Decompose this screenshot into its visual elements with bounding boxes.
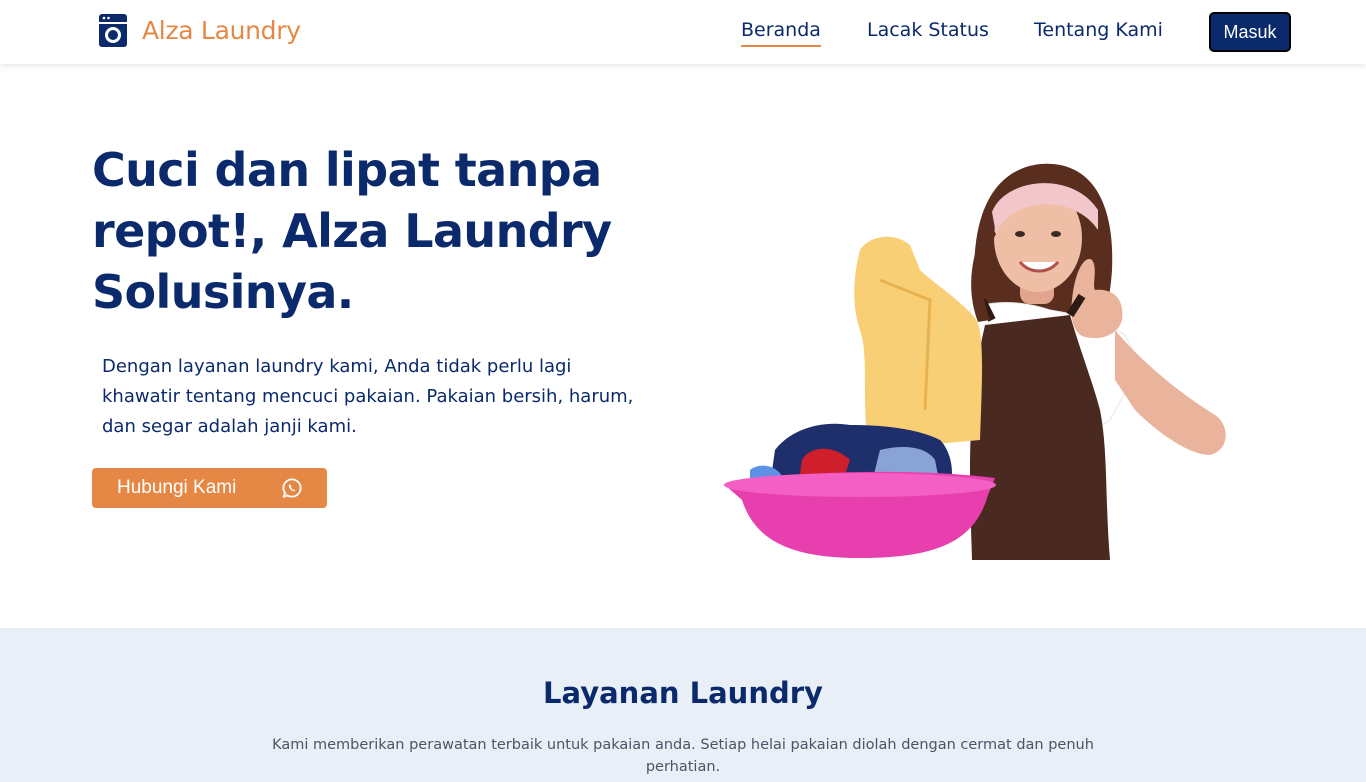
nav-link-lacak-status[interactable]: Lacak Status <box>867 19 989 41</box>
nav-link-beranda[interactable]: Beranda <box>741 19 821 47</box>
hero-illustration <box>724 163 1226 560</box>
login-button[interactable]: Masuk <box>1209 12 1291 52</box>
brand[interactable]: Alza Laundry <box>99 14 301 47</box>
hero-title: Cuci dan lipat tanpa repot!, Alza Laundr… <box>92 143 612 319</box>
services-description: Kami memberikan perawatan terbaik untuk … <box>272 737 1094 775</box>
services-section: Layanan Laundry Kami memberikan perawata… <box>0 628 1366 782</box>
contact-button[interactable]: Hubungi Kami <box>92 468 327 508</box>
navbar: Alza Laundry Beranda Lacak Status Tentan… <box>0 0 1366 64</box>
services-title: Layanan Laundry <box>543 676 823 710</box>
contact-button-label: Hubungi Kami <box>117 477 237 498</box>
washing-machine-icon <box>99 14 127 47</box>
hero-description: Dengan layanan laundry kami, Anda tidak … <box>102 356 634 437</box>
brand-name: Alza Laundry <box>142 16 301 45</box>
nav-link-tentang-kami[interactable]: Tentang Kami <box>1034 19 1163 41</box>
whatsapp-icon <box>282 478 302 498</box>
